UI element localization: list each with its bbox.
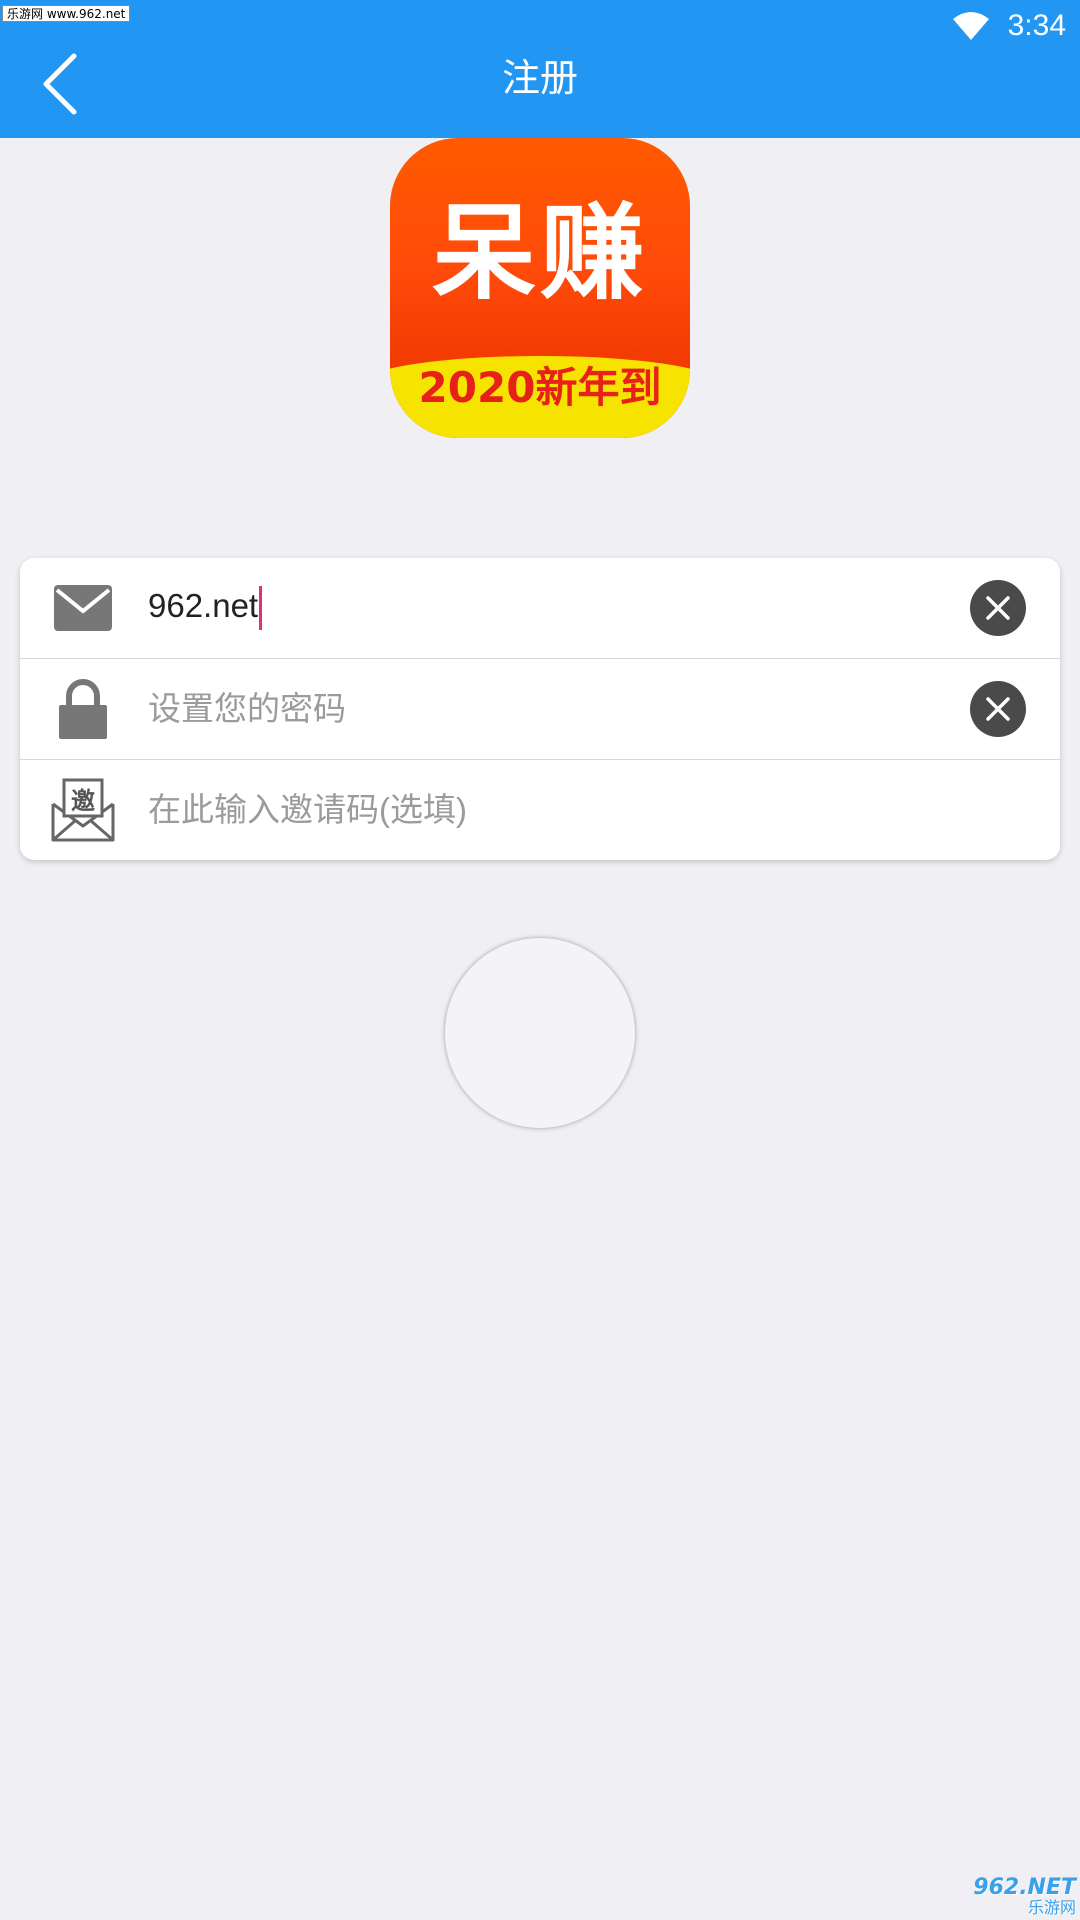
svg-text:邀: 邀	[71, 787, 95, 815]
app-logo: 呆赚 2020新年到	[390, 138, 690, 438]
status-time: 3:34	[1007, 9, 1066, 42]
wifi-icon	[952, 12, 989, 40]
password-field[interactable]: 设置您的密码	[148, 689, 346, 729]
watermark-text: 乐游网	[1027, 1898, 1076, 1917]
email-row: 962.net	[20, 558, 1060, 658]
logo-main-text: 呆赚	[431, 192, 648, 314]
lock-icon	[48, 674, 118, 744]
register-form: 962.net 设置您的密码 邀 在此输入邀请码(选填)	[20, 558, 1060, 860]
close-icon	[986, 697, 1010, 721]
text-caret	[259, 586, 263, 631]
password-row: 设置您的密码	[20, 659, 1060, 759]
status-bar: 3:34	[952, 8, 1066, 44]
logo-sub-text: 2020新年到	[418, 363, 662, 412]
email-field[interactable]: 962.net	[148, 586, 263, 631]
clear-password-button[interactable]	[970, 681, 1026, 737]
email-value: 962.net	[148, 586, 259, 624]
watermark-brand: 962.NET	[973, 1875, 1076, 1900]
invitation-envelope-icon: 邀	[48, 775, 118, 845]
watermark-label: 乐游网 www.962.net	[2, 5, 131, 22]
close-icon	[986, 596, 1010, 620]
register-button[interactable]	[445, 938, 635, 1128]
invite-code-field[interactable]: 在此输入邀请码(选填)	[148, 790, 467, 830]
invite-row: 邀 在此输入邀请码(选填)	[20, 760, 1060, 860]
envelope-icon	[48, 573, 118, 643]
page-title: 注册	[501, 56, 578, 100]
app-header: 乐游网 www.962.net 3:34 注册	[0, 0, 1080, 138]
watermark-logo: 962.NET 乐游网	[940, 1876, 1076, 1918]
clear-email-button[interactable]	[970, 580, 1026, 636]
